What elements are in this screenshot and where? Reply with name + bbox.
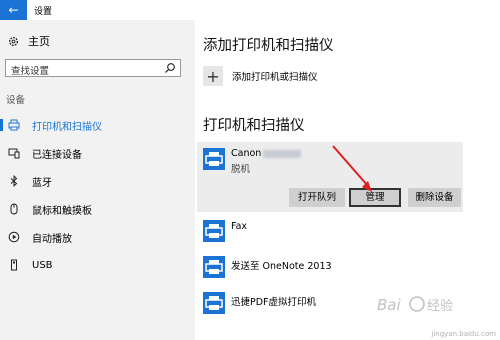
printer-status: 脱机 [231,164,251,175]
search-placeholder: 查找设置 [11,66,50,77]
printer-name: Canon [231,148,302,159]
printer-icon [203,292,225,314]
open-queue-button[interactable]: 打开队列 [289,188,345,207]
sidebar-item-usb[interactable]: USB [0,254,195,276]
home-label: 主页 [28,35,50,48]
sidebar-item-label: 鼠标和触摸板 [32,205,92,217]
printer-item-fax[interactable]: Fax [231,221,247,232]
add-printer-button[interactable]: + [203,66,223,86]
connected-devices-icon [8,147,20,159]
sidebar-item-autoplay[interactable]: 自动播放 [0,226,195,248]
sidebar-item-label: 打印机和扫描仪 [32,121,102,133]
printer-icon [203,220,225,242]
add-heading: 添加打印机和扫描仪 [203,38,334,54]
watermark-text: jingyan.baidu.com [431,330,496,338]
remove-device-button[interactable]: 删除设备 [408,188,461,207]
printer-item-pdf[interactable]: 迅捷PDF虚拟打印机 [231,294,316,308]
add-printer-label[interactable]: 添加打印机或扫描仪 [232,69,318,83]
printer-name-text: Canon [231,148,262,159]
back-button[interactable]: ← [0,0,27,20]
svg-text:Bai: Bai [377,296,401,314]
svg-text:经验: 经验 [427,298,453,314]
sidebar: 主页 查找设置 设备 打印机和扫描仪 已连接设备 蓝牙 鼠标和触摸板 自动播放 … [0,20,195,340]
sidebar-item-bluetooth[interactable]: 蓝牙 [0,170,195,192]
home-nav[interactable]: 主页 [8,33,50,49]
gear-icon [9,36,18,46]
usb-icon [8,259,20,271]
bluetooth-icon [8,175,20,187]
sidebar-item-label: 已连接设备 [32,149,82,161]
sidebar-item-mouse[interactable]: 鼠标和触摸板 [0,198,195,220]
autoplay-icon [8,231,20,243]
baidu-jingyan-logo: Bai 经验 [377,296,453,314]
section-label-devices: 设备 [6,95,26,106]
sidebar-item-label: 蓝牙 [32,177,52,189]
printer-item-onenote[interactable]: 发送至 OneNote 2013 [231,258,332,272]
mouse-icon [8,203,20,215]
search-icon[interactable] [164,62,176,74]
sidebar-item-printers[interactable]: 打印机和扫描仪 [0,114,195,136]
sidebar-item-label: 自动播放 [32,233,72,245]
printer-icon [203,256,225,278]
back-arrow-icon: ← [8,3,19,17]
printer-icon [203,148,225,170]
printers-heading: 打印机和扫描仪 [203,118,305,134]
manage-button[interactable]: 管理 [349,188,401,207]
window-title: 设置 [34,7,53,17]
sidebar-item-connected-devices[interactable]: 已连接设备 [0,142,195,164]
sidebar-item-label: USB [32,259,53,271]
title-bar: ← 设置 [0,0,500,20]
plus-icon: + [206,66,220,86]
printer-icon [8,119,20,131]
search-box[interactable]: 查找设置 [5,59,181,77]
redacted-model [263,149,302,158]
